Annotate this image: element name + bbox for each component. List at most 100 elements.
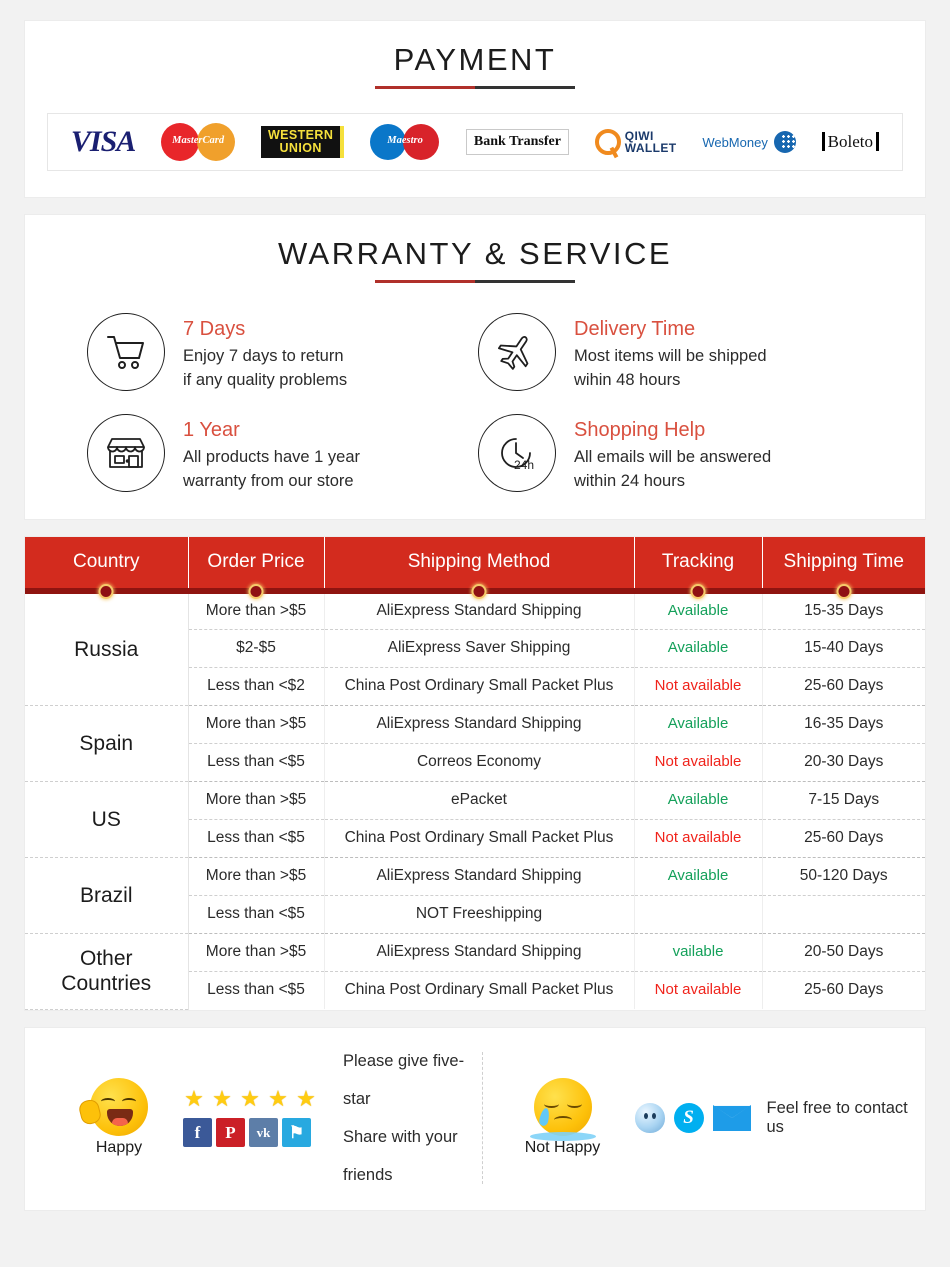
cell-order-price: More than >$5 bbox=[188, 781, 325, 820]
cell-tracking: Not available bbox=[634, 743, 763, 782]
five-star-rating[interactable]: ★ ★ ★ ★ ★ bbox=[183, 1088, 317, 1110]
cell-order-price: More than >$5 bbox=[188, 857, 325, 896]
cell-tracking bbox=[634, 895, 763, 934]
warranty-line2-1-year: warranty from our store bbox=[183, 472, 354, 491]
cell-shipping-method: AliExpress Standard Shipping bbox=[324, 705, 635, 744]
payment-section: PAYMENT VISA MasterCard WESTERN UNION Ma… bbox=[24, 20, 926, 199]
table-header-row: Country Order Price Shipping Method Trac… bbox=[25, 537, 925, 600]
cell-order-price: Less than <$5 bbox=[188, 971, 325, 1010]
cell-shipping-time: 7-15 Days bbox=[762, 781, 925, 820]
warranty-heading-delivery-time: Delivery Time bbox=[574, 318, 696, 341]
vk-icon[interactable]: vk bbox=[249, 1118, 278, 1148]
shipping-table: Country Order Price Shipping Method Trac… bbox=[25, 537, 925, 1010]
mastercard-logo: MasterCard bbox=[161, 123, 236, 162]
happy-mouth bbox=[107, 1108, 133, 1126]
cell-shipping-method: China Post Ordinary Small Packet Plus bbox=[324, 971, 635, 1010]
sad-face-icon bbox=[529, 1077, 596, 1141]
tracking-status: Not available bbox=[654, 829, 742, 847]
tracking-status: Available bbox=[667, 791, 729, 809]
cell-shipping-method: NOT Freeshipping bbox=[324, 895, 635, 934]
star-icon[interactable]: ★ bbox=[211, 1088, 233, 1110]
warranty-section: WARRANTY & SERVICE 7 Days Enjoy 7 days t… bbox=[24, 214, 926, 521]
payment-method-qiwi: QIWI WALLET bbox=[594, 122, 677, 162]
country-line1: Other bbox=[79, 947, 133, 971]
qiwi-line2: WALLET bbox=[624, 141, 677, 156]
boleto-label: Boleto bbox=[821, 132, 879, 152]
cell-shipping-time: 15-40 Days bbox=[762, 629, 925, 668]
warranty-title-rule bbox=[375, 280, 575, 284]
cell-shipping-time: 20-30 Days bbox=[762, 743, 925, 782]
cell-tracking: vailable bbox=[634, 933, 763, 972]
column-header-order-price: Order Price bbox=[188, 537, 325, 600]
header-dot-icon bbox=[98, 584, 114, 600]
cell-tracking: Available bbox=[634, 705, 763, 744]
pinterest-icon[interactable]: P bbox=[216, 1118, 245, 1148]
column-header-country: Country bbox=[25, 537, 189, 600]
rule-red-half bbox=[375, 86, 475, 90]
shopping-cart-icon bbox=[87, 313, 165, 392]
table-row: Brazil More than >$5 AliExpress Standard S… bbox=[25, 857, 925, 934]
qq-icon[interactable] bbox=[634, 1102, 665, 1133]
cell-shipping-method: ePacket bbox=[324, 781, 635, 820]
cell-tracking: Not available bbox=[634, 667, 763, 706]
cell-shipping-method: AliExpress Standard Shipping bbox=[324, 933, 635, 972]
rule-red-half bbox=[375, 280, 475, 284]
tracking-status: vailable bbox=[672, 943, 724, 961]
header-dot-icon bbox=[471, 584, 487, 600]
warranty-text-shopping-help: Shopping Help All emails will be answere… bbox=[574, 414, 771, 493]
social-share-buttons[interactable]: f Pvk ⚑ bbox=[183, 1118, 317, 1148]
skype-icon[interactable]: S bbox=[673, 1102, 704, 1133]
twitter-icon[interactable]: ⚑ bbox=[282, 1118, 311, 1148]
star-icon[interactable]: ★ bbox=[267, 1088, 289, 1110]
mastercard-label: MasterCard bbox=[172, 135, 225, 147]
tracking-status: Not available bbox=[654, 677, 742, 695]
not-happy-caption: Not Happy bbox=[524, 1138, 601, 1156]
payment-method-bank-transfer: Bank Transfer bbox=[465, 122, 569, 162]
warranty-line1-1-year: All products have 1 year bbox=[183, 448, 361, 467]
cell-country: Brazil bbox=[25, 857, 189, 934]
star-icon[interactable]: ★ bbox=[183, 1088, 205, 1110]
cell-country: Spain bbox=[25, 705, 189, 782]
cell-tracking: Not available bbox=[634, 971, 763, 1010]
table-row: Spain More than >$5 AliExpress Standard Sh… bbox=[25, 705, 925, 782]
warranty-line2-7-days: if any quality problems bbox=[183, 371, 348, 390]
clock-24h-icon: 24h bbox=[478, 414, 556, 493]
webmoney-logo: WebMoney bbox=[702, 131, 796, 154]
warranty-item-7-days: 7 Days Enjoy 7 days to return if any qua… bbox=[87, 313, 478, 392]
column-header-shipping-method: Shipping Method bbox=[324, 537, 635, 600]
cell-tracking: Not available bbox=[634, 819, 763, 858]
cell-shipping-time: 25-60 Days bbox=[762, 819, 925, 858]
tracking-status: Available bbox=[667, 602, 729, 620]
sad-eye-right bbox=[566, 1100, 582, 1108]
warranty-line2-shopping-help: within 24 hours bbox=[574, 472, 685, 491]
share-prompt: Share with your friends bbox=[343, 1127, 458, 1184]
cell-shipping-method: AliExpress Saver Shipping bbox=[324, 629, 635, 668]
boleto-logo: Boleto bbox=[821, 132, 879, 152]
visa-logo: VISA bbox=[70, 125, 136, 159]
happy-emoji-box: Happy bbox=[73, 1077, 165, 1158]
airplane-icon bbox=[478, 313, 556, 392]
cell-shipping-time: 50-120 Days bbox=[762, 857, 925, 896]
contact-prompt: Feel free to contact us bbox=[766, 1098, 908, 1136]
email-icon[interactable] bbox=[712, 1104, 751, 1131]
cell-shipping-time: 25-60 Days bbox=[804, 981, 884, 999]
shipping-table-section: Country Order Price Shipping Method Trac… bbox=[24, 536, 926, 1011]
sad-eye-left bbox=[543, 1100, 559, 1108]
payment-method-visa: VISA bbox=[70, 122, 136, 162]
warranty-text-delivery-time: Delivery Time Most items will be shipped… bbox=[574, 313, 767, 392]
maestro-logo: Maestro bbox=[370, 124, 440, 161]
store-icon bbox=[87, 414, 165, 493]
tracking-status: Available bbox=[667, 715, 729, 733]
happy-caption: Happy bbox=[95, 1138, 143, 1156]
star-icon[interactable]: ★ bbox=[239, 1088, 261, 1110]
star-icon[interactable]: ★ bbox=[295, 1088, 317, 1110]
column-header-shipping-time-label: Shipping Time bbox=[783, 550, 904, 572]
column-header-tracking-label: Tracking bbox=[661, 550, 735, 572]
rule-dark-half bbox=[475, 280, 575, 284]
tracking-status: Available bbox=[667, 867, 729, 885]
header-dot-icon bbox=[248, 584, 264, 600]
facebook-icon[interactable]: f bbox=[183, 1118, 212, 1148]
payment-method-boleto: Boleto bbox=[821, 122, 879, 162]
cell-shipping-method: China Post Ordinary Small Packet Plus bbox=[324, 819, 635, 858]
shipping-table-body: Russia More than >$5 AliExpress Standard S… bbox=[25, 591, 925, 1010]
